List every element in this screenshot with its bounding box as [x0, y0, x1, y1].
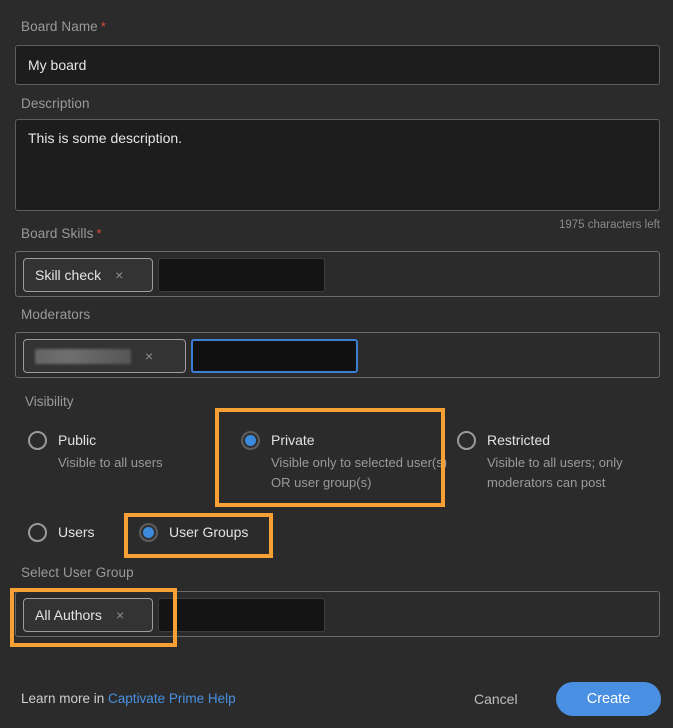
cancel-button[interactable]: Cancel: [474, 691, 518, 707]
radio-icon[interactable]: [28, 431, 47, 450]
visibility-option-restricted-title: Restricted: [487, 432, 551, 448]
board-name-label-text: Board Name: [21, 19, 98, 34]
skill-chip[interactable]: Skill check ×: [23, 258, 153, 292]
board-name-input[interactable]: My board: [15, 45, 660, 85]
visibility-option-private-desc: Visible only to selected user(s) OR user…: [271, 455, 448, 490]
user-group-search-input[interactable]: [158, 598, 325, 632]
board-skills-search-input[interactable]: [158, 258, 325, 292]
audience-option-users-title: Users: [58, 524, 95, 540]
moderators-chip-field[interactable]: ×: [15, 332, 660, 378]
user-group-chip[interactable]: All Authors ×: [23, 598, 153, 632]
moderators-label: Moderators: [21, 307, 91, 322]
remove-icon[interactable]: ×: [115, 268, 123, 282]
description-label: Description: [21, 96, 90, 111]
select-user-group-label: Select User Group: [21, 565, 134, 580]
moderator-chip[interactable]: ×: [23, 339, 186, 373]
radio-icon[interactable]: [241, 431, 260, 450]
create-board-form: Board Name * My board Description This is…: [0, 0, 673, 728]
visibility-option-restricted-desc: Visible to all users; only moderators ca…: [487, 455, 623, 490]
learn-more-prefix: Learn more in: [21, 691, 109, 706]
remove-icon[interactable]: ×: [145, 349, 153, 363]
board-name-value: My board: [28, 57, 87, 73]
user-group-chip-label: All Authors: [35, 607, 102, 623]
captivate-prime-help-link[interactable]: Captivate Prime Help: [108, 691, 236, 706]
board-skills-label-text: Board Skills: [21, 226, 94, 241]
moderator-chip-redacted-label: [35, 348, 131, 364]
radio-icon[interactable]: [28, 523, 47, 542]
board-name-label: Board Name *: [21, 19, 106, 34]
board-skills-label: Board Skills *: [21, 226, 102, 241]
visibility-label: Visibility: [25, 394, 74, 409]
board-name-required-icon: *: [100, 19, 106, 34]
remove-icon[interactable]: ×: [116, 608, 124, 622]
description-value: This is some description.: [28, 130, 183, 146]
audience-option-user-groups-title: User Groups: [169, 524, 249, 540]
description-textarea[interactable]: This is some description.: [15, 119, 660, 211]
characters-left-counter: 1975 characters left: [558, 219, 660, 231]
radio-icon[interactable]: [457, 431, 476, 450]
visibility-option-public-desc: Visible to all users: [58, 455, 163, 470]
skill-chip-label: Skill check: [35, 267, 102, 283]
visibility-option-public-title: Public: [58, 432, 97, 448]
create-button[interactable]: Create: [556, 682, 661, 716]
visibility-option-private-title: Private: [271, 432, 315, 448]
board-skills-required-icon: *: [96, 226, 102, 241]
moderators-search-input[interactable]: [191, 339, 358, 373]
board-skills-chip-field[interactable]: Skill check ×: [15, 251, 660, 297]
learn-more-note: Learn more in Captivate Prime Help: [21, 691, 236, 706]
select-user-group-chip-field[interactable]: All Authors ×: [15, 591, 660, 637]
radio-icon[interactable]: [139, 523, 158, 542]
